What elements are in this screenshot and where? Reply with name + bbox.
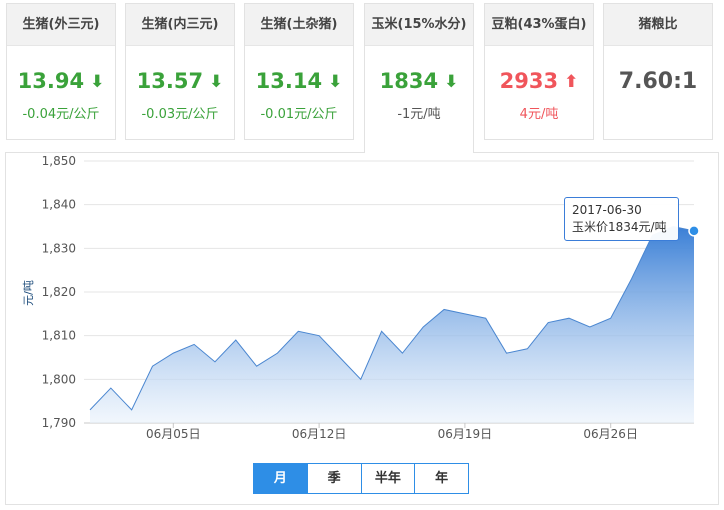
x-tick-label: 06月19日 (438, 427, 493, 441)
y-tick-label: 1,850 (42, 154, 76, 168)
arrow-down-icon: ⬇ (444, 72, 459, 92)
card-price: 1834 ⬇ (379, 69, 459, 93)
y-tick-label: 1,810 (42, 329, 76, 343)
y-tick-label: 1,790 (42, 416, 76, 430)
range-tabs: 月 季 半年 年 (253, 463, 469, 494)
x-tick-label: 06月26日 (583, 427, 638, 441)
y-tick-label: 1,800 (42, 372, 76, 386)
y-tick-label: 1,820 (42, 285, 76, 299)
card-change: -1元/吨 (397, 107, 441, 122)
y-axis-label: 元/吨 (22, 280, 35, 306)
x-tick-label: 06月12日 (292, 427, 347, 441)
x-tick-label: 06月05日 (146, 427, 201, 441)
chart-area (90, 226, 694, 423)
range-tab-quarter[interactable]: 季 (308, 464, 362, 493)
range-tab-month[interactable]: 月 (254, 464, 308, 493)
card-title: 玉米(15%水分) (365, 4, 473, 46)
tooltip-text: 玉米价1834元/吨 (572, 220, 667, 234)
highlight-point[interactable] (688, 225, 700, 237)
chart-tooltip: 2017-06-30 玉米价1834元/吨 (564, 197, 679, 241)
tooltip-date: 2017-06-30 (572, 203, 642, 217)
range-tab-halfyear[interactable]: 半年 (362, 464, 416, 493)
card-corn[interactable]: 玉米(15%水分) 1834 ⬇ -1元/吨 (364, 3, 474, 153)
price-chart: 1,790 1,800 1,810 1,820 1,830 1,840 1,850 06月0… (22, 154, 700, 441)
range-tab-year[interactable]: 年 (415, 464, 468, 493)
y-tick-label: 1,840 (42, 198, 76, 212)
y-tick-label: 1,830 (42, 241, 76, 255)
